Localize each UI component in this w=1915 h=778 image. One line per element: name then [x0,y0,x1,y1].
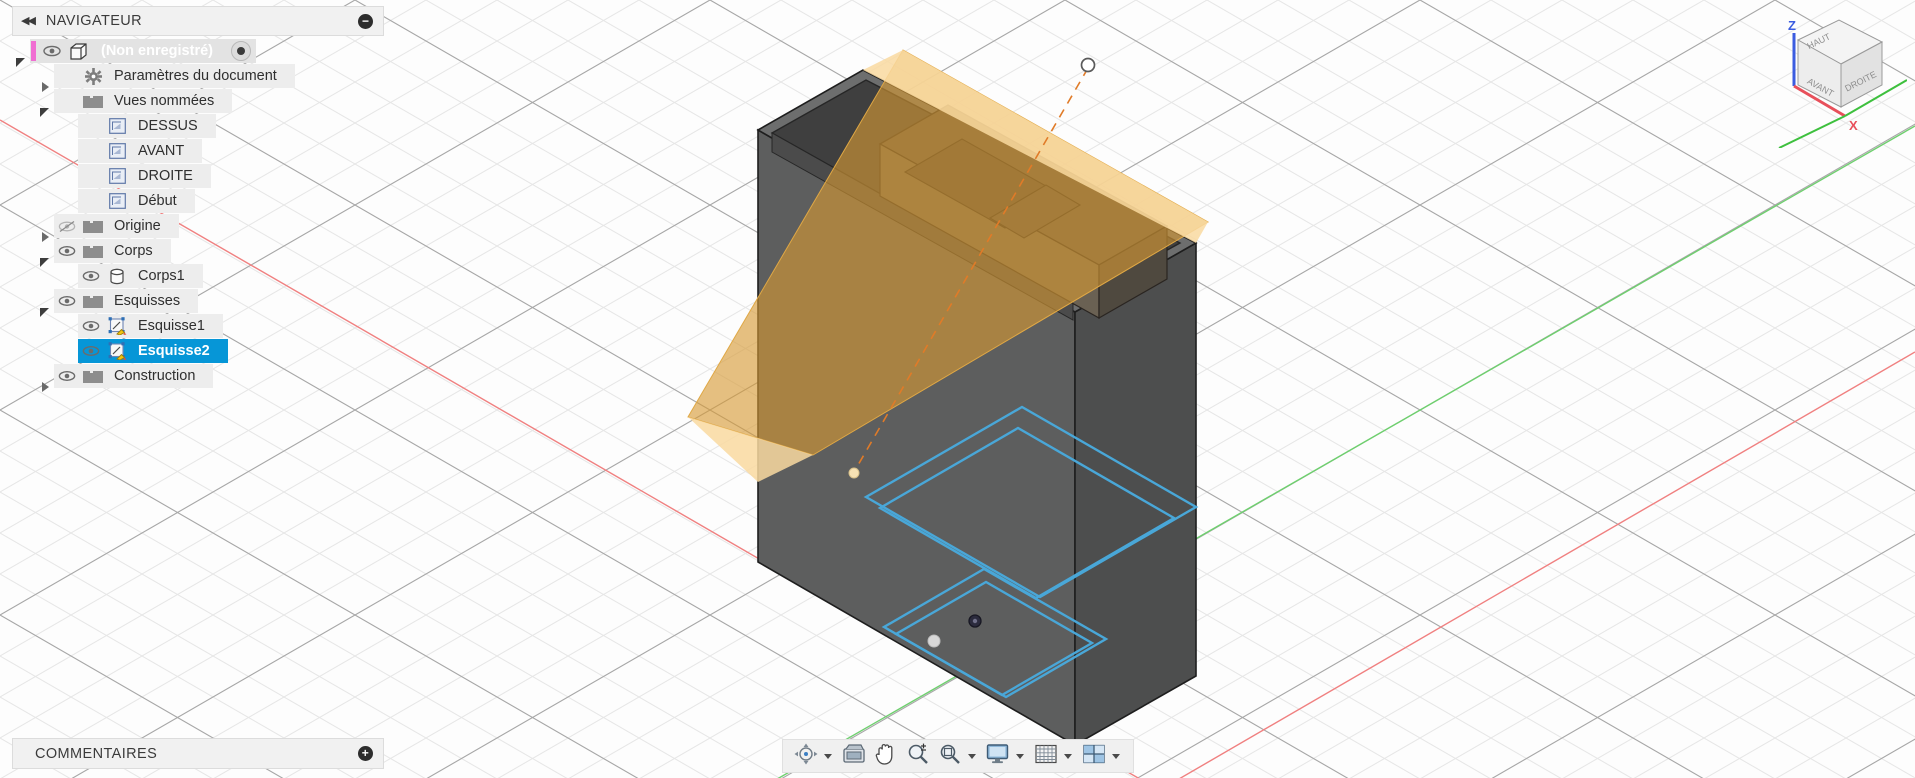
sketch-icon [104,317,130,335]
grid-snaps-dropdown-caret-icon[interactable] [1063,753,1072,759]
folder-icon [80,219,106,234]
look-at-button[interactable] [839,741,869,771]
viewports-dropdown-caret-icon[interactable] [1111,753,1120,759]
eye-icon[interactable] [78,320,104,332]
tree-item-label: Esquisses [114,293,181,309]
tree-row-droite[interactable]: DROITE [60,164,384,188]
tree-row-dessus[interactable]: DESSUS [60,114,384,138]
view-cube[interactable]: Z X HAUT AVANT DROITE [1757,8,1907,148]
tree-row-esquisses[interactable]: Esquisses [36,289,384,317]
tree-row-origine[interactable]: Origine [36,214,384,242]
tree-row-d-but[interactable]: Début [60,189,384,213]
tree-row-esquisse2[interactable]: Esquisse2 [60,339,384,363]
tree-row-document[interactable]: (Non enregistré) [12,39,384,67]
eye-icon[interactable] [78,345,104,357]
view-toolbar[interactable] [781,739,1134,773]
eye-icon[interactable] [54,370,80,382]
comments-title: COMMENTAIRES [35,745,158,762]
tree-row-corps1[interactable]: Corps1 [60,264,384,288]
viewcube-axis-z-label: Z [1788,18,1796,33]
folder-icon [80,244,106,259]
eye-icon[interactable] [54,245,80,257]
eye-icon[interactable] [78,270,104,282]
zoom-window-button[interactable] [935,741,965,771]
monitor-icon [986,743,1009,769]
orbit-button[interactable] [791,741,821,771]
tree-item-label: Origine [114,218,161,234]
browser-tree[interactable]: (Non enregistré) Paramètres du document V… [12,39,384,392]
look-at-icon [842,743,866,769]
grid-icon [1034,744,1057,769]
component-color-bar [31,41,36,61]
tree-row-vues-nomm-es[interactable]: Vues nommées [36,89,384,117]
zoom-magnifier-icon [906,743,929,770]
viewcube-axis-x-label: X [1849,118,1858,133]
orbit-dropdown-caret-icon[interactable] [823,753,832,759]
viewports-button[interactable] [1079,741,1109,771]
tree-item-label: Début [138,193,177,209]
named-view-icon [104,193,130,209]
active-component-radio[interactable] [231,41,251,61]
tree-item-label: AVANT [138,143,185,159]
sketch-icon [104,342,130,360]
display-settings-button[interactable] [983,741,1013,771]
eye-hidden-icon[interactable] [54,220,80,233]
add-comment-icon[interactable]: + [358,746,373,761]
tree-row-avant[interactable]: AVANT [60,139,384,163]
zoom-window-icon [938,743,961,770]
tree-row-esquisse1[interactable]: Esquisse1 [60,314,384,338]
zoom-button[interactable] [903,741,933,771]
tree-item-label: DROITE [138,168,193,184]
navigator-header[interactable]: ◀◀ NAVIGATEUR − [12,6,384,36]
zoom-window-dropdown-caret-icon[interactable] [967,753,976,759]
body-icon [104,268,130,285]
tree-row-corps[interactable]: Corps [36,239,384,267]
tree-item-label: Esquisse1 [138,318,205,334]
tree-item-label: DESSUS [138,118,198,134]
tree-item-label: Vues nommées [114,93,215,109]
navigator-panel[interactable]: ◀◀ NAVIGATEUR − (Non enregistré) Paramèt… [12,6,384,392]
collapse-minus-icon[interactable]: − [358,13,373,29]
document-name-label: (Non enregistré) [101,43,213,59]
tree-row-construction[interactable]: Construction [36,364,384,392]
orbit-icon [794,743,818,770]
tree-item-label: Corps [114,243,153,259]
grid-snaps-button[interactable] [1031,741,1061,771]
gear-icon [80,67,106,85]
folder-icon [80,294,106,309]
document-cube-icon [65,42,91,60]
tree-item-label: Corps1 [138,268,185,284]
tree-row-param-tres-du-document[interactable]: Paramètres du document [36,64,384,92]
comments-panel-header[interactable]: COMMENTAIRES + [12,738,384,769]
navigator-title: NAVIGATEUR [45,13,143,29]
viewports-icon [1082,744,1105,769]
collapse-left-arrows-icon[interactable]: ◀◀ [21,15,36,27]
tree-item-label: Construction [114,368,196,384]
viewcube-body[interactable]: HAUT AVANT DROITE [1796,19,1884,108]
tree-item-label: Esquisse2 [138,343,210,359]
hand-pan-icon [875,742,896,770]
tree-item-label: Paramètres du document [114,68,277,84]
pan-button[interactable] [871,741,901,771]
display-settings-dropdown-caret-icon[interactable] [1015,753,1024,759]
eye-icon[interactable] [39,45,65,57]
named-view-icon [104,168,130,184]
folder-icon [80,369,106,384]
named-view-icon [104,118,130,134]
eye-icon[interactable] [54,295,80,307]
named-view-icon [104,143,130,159]
folder-icon [80,94,106,109]
